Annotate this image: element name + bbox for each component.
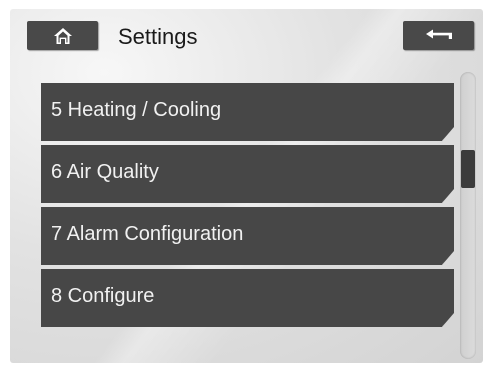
settings-menu: 5 Heating / Cooling 6 Air Quality 7 Alar… xyxy=(41,83,454,331)
settings-screen: Settings 5 Heating / Cooling 6 Air Quali… xyxy=(10,9,483,363)
menu-item-label: 7 Alarm Configuration xyxy=(51,223,244,245)
back-button[interactable] xyxy=(403,21,474,50)
menu-item-label: 5 Heating / Cooling xyxy=(51,99,222,121)
menu-item-label: 6 Air Quality xyxy=(51,161,159,183)
header: Settings xyxy=(10,9,483,65)
back-arrow-icon xyxy=(424,29,454,43)
home-button[interactable] xyxy=(27,21,98,50)
scrollbar-thumb[interactable] xyxy=(461,150,475,188)
menu-item-label: 8 Configure xyxy=(51,285,155,307)
home-icon xyxy=(53,27,73,45)
menu-item-heating-cooling[interactable]: 5 Heating / Cooling xyxy=(41,83,454,141)
page-title: Settings xyxy=(118,24,198,49)
menu-item-air-quality[interactable]: 6 Air Quality xyxy=(41,145,454,203)
scrollbar-track[interactable] xyxy=(460,72,476,359)
menu-item-alarm-configuration[interactable]: 7 Alarm Configuration xyxy=(41,207,454,265)
menu-item-configure[interactable]: 8 Configure xyxy=(41,269,454,327)
